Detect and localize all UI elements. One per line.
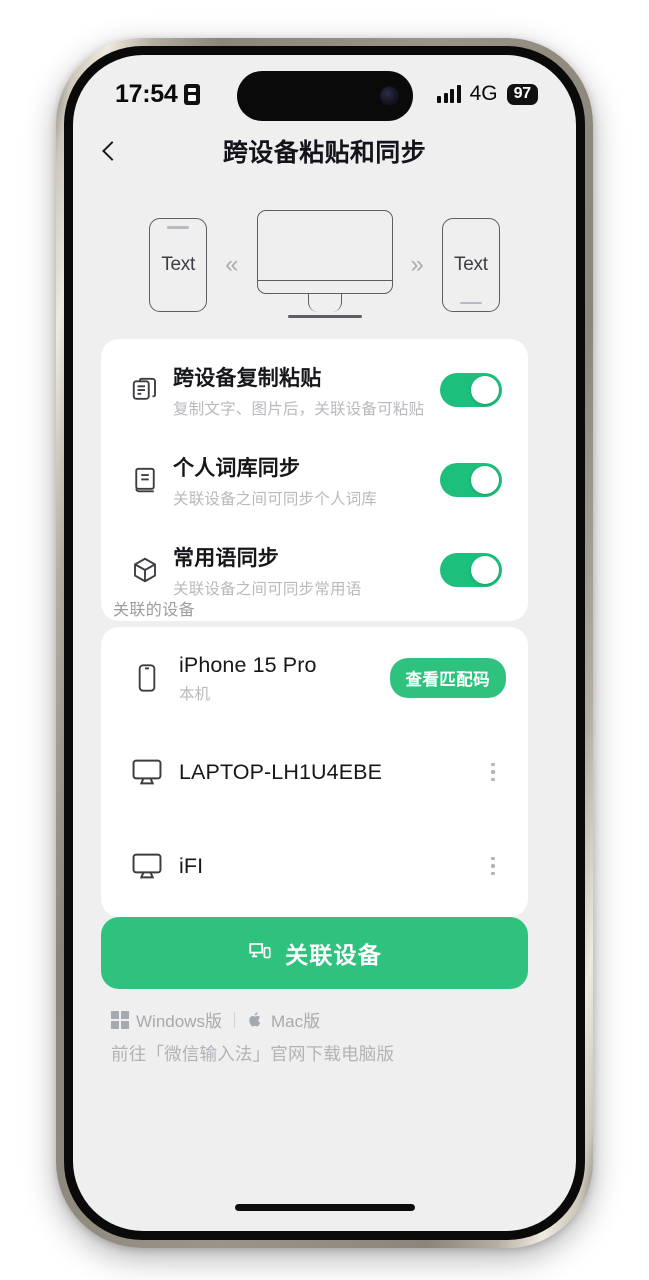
footer-divider: [233, 1011, 235, 1028]
device-name: iPhone 15 Pro: [179, 652, 317, 677]
monitor-icon: [123, 755, 171, 789]
windows-label: Windows版: [136, 1012, 222, 1031]
monitor-icon: [123, 849, 171, 883]
toggle-knob: [471, 466, 499, 494]
link-device-icon: [247, 938, 273, 969]
setting-text-block: 常用语同步 关联设备之间可同步常用语: [167, 542, 440, 599]
footer: Windows版 Mac版 前往「微信输入法」官网下载电脑版: [73, 1007, 576, 1066]
setting-title: 跨设备复制粘贴: [173, 366, 322, 390]
link-device-button[interactable]: 关联设备: [101, 917, 528, 989]
view-pair-code-button[interactable]: 查看匹配码: [389, 658, 506, 698]
status-bar-left: 17:54: [115, 79, 201, 109]
home-indicator[interactable]: [234, 1204, 415, 1211]
setting-subtitle: 关联设备之间可同步常用语: [173, 580, 362, 598]
device-more-menu-icon[interactable]: [480, 849, 506, 883]
page-title: 跨设备粘贴和同步: [222, 139, 427, 167]
setting-title: 个人词库同步: [173, 456, 301, 480]
dictionary-book-icon: [123, 465, 167, 495]
arrow-right-icon: »: [410, 251, 424, 278]
monitor-stand-neck: [307, 294, 342, 312]
phone-icon: [123, 662, 171, 694]
settings-card: 跨设备复制粘贴 复制文字、图片后，关联设备可粘贴 个人词库同步 关联设备之间可同…: [101, 339, 528, 621]
windows-download-link[interactable]: Windows版: [111, 1007, 222, 1032]
device-text-block: iFI: [171, 854, 480, 879]
setting-subtitle: 关联设备之间可同步个人词库: [173, 490, 378, 508]
dynamic-island: [236, 71, 413, 121]
sync-illustration: Text « » Text: [73, 191, 576, 339]
link-device-label: 关联设备: [285, 942, 382, 968]
navigation-bar: 跨设备粘贴和同步: [73, 121, 576, 181]
illustration-phone-right-label: Text: [454, 254, 488, 275]
monitor-screen-shape: [256, 210, 393, 294]
front-camera-icon: [379, 86, 399, 106]
toggle-knob: [471, 556, 499, 584]
toggle-dictionary-sync[interactable]: [440, 463, 502, 497]
phone-bezel: 17:54 4G 97 跨设备粘贴和同步 Text « » Text 跨设备复制…: [64, 46, 585, 1240]
copy-paste-icon: [123, 375, 167, 405]
toggle-knob: [471, 376, 499, 404]
windows-logo-icon: [111, 1010, 129, 1029]
mac-label: Mac版: [270, 1012, 321, 1031]
back-chevron-icon: [102, 141, 122, 161]
cube-icon: [123, 555, 167, 585]
devices-card: iPhone 15 Pro 本机 查看匹配码 LAPTOP-LH1U4EBE i…: [101, 627, 528, 917]
setting-row-dictionary-sync[interactable]: 个人词库同步 关联设备之间可同步个人词库: [101, 435, 528, 525]
battery-percentage-badge: 97: [506, 83, 538, 105]
phone-screen: 17:54 4G 97 跨设备粘贴和同步 Text « » Text 跨设备复制…: [73, 55, 576, 1231]
toggle-phrases-sync[interactable]: [440, 553, 502, 587]
device-name: iFI: [179, 853, 204, 878]
setting-row-cross-device-paste[interactable]: 跨设备复制粘贴 复制文字、图片后，关联设备可粘贴: [101, 345, 528, 435]
illustration-monitor: [256, 210, 393, 320]
monitor-stand-base: [287, 315, 362, 318]
setting-text-block: 个人词库同步 关联设备之间可同步个人词库: [167, 452, 440, 509]
illustration-phone-right: Text: [441, 218, 500, 312]
arrow-left-icon: «: [225, 251, 239, 278]
setting-subtitle: 复制文字、图片后，关联设备可粘贴: [173, 400, 425, 418]
illustration-phone-left-label: Text: [161, 254, 195, 275]
footer-links: Windows版 Mac版: [73, 1007, 576, 1032]
device-row-ifi[interactable]: iFI: [101, 819, 528, 913]
device-text-block: iPhone 15 Pro 本机: [171, 653, 390, 704]
illustration-phone-left: Text: [149, 218, 208, 312]
toggle-cross-device-paste[interactable]: [440, 373, 502, 407]
network-type-label: 4G: [469, 82, 498, 105]
device-row-iphone[interactable]: iPhone 15 Pro 本机 查看匹配码: [101, 631, 528, 725]
device-subtitle: 本机: [179, 685, 211, 703]
status-time: 17:54: [115, 79, 178, 108]
signal-bars-icon: [437, 85, 461, 103]
mac-download-link[interactable]: Mac版: [247, 1007, 320, 1032]
device-row-laptop[interactable]: LAPTOP-LH1U4EBE: [101, 725, 528, 819]
setting-title: 常用语同步: [173, 546, 279, 570]
device-text-block: LAPTOP-LH1U4EBE: [171, 760, 480, 785]
device-more-menu-icon[interactable]: [480, 755, 506, 789]
setting-text-block: 跨设备复制粘贴 复制文字、图片后，关联设备可粘贴: [167, 362, 440, 419]
devices-section-label: 关联的设备: [113, 602, 196, 619]
app-badge-icon: [184, 83, 201, 105]
back-button[interactable]: [89, 128, 135, 174]
phone-device-frame: 17:54 4G 97 跨设备粘贴和同步 Text « » Text 跨设备复制…: [56, 38, 593, 1248]
apple-logo-icon: [249, 1012, 261, 1027]
status-bar-right: 4G 97: [437, 82, 538, 106]
device-name: LAPTOP-LH1U4EBE: [179, 759, 383, 784]
footer-note: 前往「微信输入法」官网下载电脑版: [111, 1044, 395, 1064]
